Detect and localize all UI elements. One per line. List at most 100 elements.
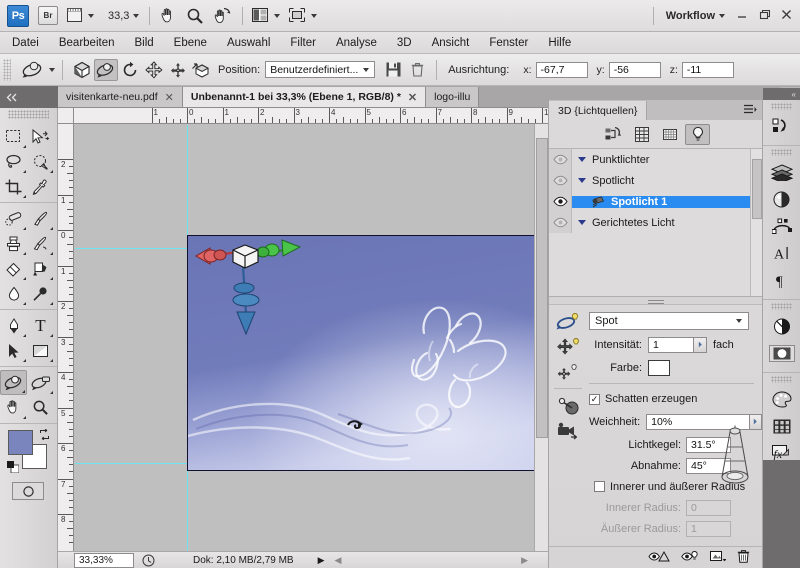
canvas-vertical-scrollbar[interactable] [534, 124, 548, 552]
3d-pan-icon[interactable] [142, 59, 166, 81]
toolbox-grip[interactable] [8, 110, 49, 119]
horizontal-type-tool-icon[interactable]: T [27, 313, 54, 338]
tree-row-spotlicht[interactable]: Spotlicht [549, 170, 762, 191]
paths-icon[interactable] [763, 213, 800, 240]
visibility-toggle[interactable] [549, 191, 572, 212]
vertical-ruler[interactable]: 21012345678 [58, 124, 74, 552]
menu-item-ebene[interactable]: Ebene [174, 37, 207, 49]
menu-item-3d[interactable]: 3D [397, 37, 412, 49]
screen-mode-icon[interactable] [289, 8, 317, 23]
default-colors-icon[interactable] [7, 461, 19, 473]
3d-roll-icon[interactable] [118, 59, 142, 81]
menu-item-auswahl[interactable]: Auswahl [227, 37, 270, 49]
light-point-at-origin-icon[interactable] [549, 393, 587, 418]
workflow-switcher[interactable]: Workflow [643, 7, 725, 25]
light-move-to-view-icon[interactable] [549, 418, 587, 443]
lasso-tool-icon[interactable] [0, 149, 27, 174]
hand-tool-icon[interactable] [159, 7, 177, 25]
arrange-documents-icon[interactable] [252, 8, 280, 23]
status-scroll-right[interactable]: ▶ [521, 555, 528, 566]
menu-item-fenster[interactable]: Fenster [489, 37, 528, 49]
light-type-dropdown[interactable]: Spot [589, 312, 749, 330]
paragraph-icon[interactable]: ¶ [763, 267, 800, 294]
menu-item-bearbeiten[interactable]: Bearbeiten [59, 37, 115, 49]
delete-light-icon[interactable] [737, 549, 750, 566]
horizontal-ruler[interactable]: 1012345678910 [58, 108, 548, 124]
close-icon[interactable]: ✕ [165, 91, 174, 104]
restore-button[interactable] [759, 9, 770, 23]
channels-icon[interactable] [763, 340, 800, 367]
status-zoom-field[interactable]: 33,33% [74, 553, 134, 568]
3d-slide-icon[interactable] [166, 59, 190, 81]
toggle-all-lights-icon[interactable] [648, 550, 670, 566]
masks-icon[interactable] [763, 313, 800, 340]
pen-tool-icon[interactable] [0, 313, 27, 338]
mini-bridge-icon[interactable] [67, 8, 94, 23]
rail-grip[interactable] [771, 376, 792, 383]
eyedropper-tool-icon[interactable] [27, 174, 54, 199]
active-tool-preset[interactable] [21, 60, 55, 80]
rail-grip[interactable] [771, 303, 792, 310]
document-tab-unbenannt-1[interactable]: Unbenannt-1 bei 33,3% (Ebene 1, RGB/8) *… [183, 87, 426, 107]
intensity-input[interactable]: 1 [648, 337, 694, 353]
document-tab-visitenkarte[interactable]: visitenkarte-neu.pdf ✕ [58, 87, 183, 107]
tree-row-punktlichter[interactable]: Punktlichter [549, 149, 762, 170]
toggle-light-guides-icon[interactable] [681, 550, 699, 566]
status-scroll-left[interactable]: ◀ [335, 555, 342, 566]
rotate-view-tool-icon[interactable] [213, 7, 232, 25]
hand-tool-icon[interactable] [0, 395, 27, 420]
3d-meshes-filter-icon[interactable] [657, 124, 682, 145]
menu-item-bild[interactable]: Bild [134, 37, 153, 49]
chevron-down-icon[interactable] [578, 157, 586, 162]
menu-item-hilfe[interactable]: Hilfe [548, 37, 571, 49]
options-bar-grip[interactable] [3, 59, 11, 81]
close-icon[interactable]: ✕ [408, 91, 417, 104]
dodge-tool-icon[interactable] [27, 281, 54, 306]
rail-collapse-handle[interactable]: « [763, 88, 800, 100]
zoom-tool-icon[interactable] [27, 395, 54, 420]
radius-checkbox[interactable] [594, 481, 605, 492]
adjustments-icon[interactable] [763, 186, 800, 213]
swap-colors-icon[interactable] [39, 429, 50, 443]
color-icon[interactable] [763, 386, 800, 413]
minimize-button[interactable] [737, 9, 748, 23]
spot-healing-brush-tool-icon[interactable] [0, 206, 27, 231]
blur-tool-icon[interactable] [0, 281, 27, 306]
tree-scrollbar[interactable] [750, 149, 762, 297]
panel-menu-icon[interactable] [743, 104, 757, 118]
history-icon[interactable] [763, 113, 800, 140]
quick-mask-icon[interactable] [12, 482, 44, 500]
doc-info-icon[interactable] [142, 554, 155, 567]
swatches-icon[interactable] [763, 413, 800, 440]
rail-grip[interactable] [771, 149, 792, 156]
3d-materials-filter-icon[interactable] [629, 124, 654, 145]
character-icon[interactable]: A [763, 240, 800, 267]
menu-item-analyse[interactable]: Analyse [336, 37, 377, 49]
3d-object-icon[interactable] [70, 59, 94, 81]
artboard[interactable] [187, 235, 540, 471]
intensity-scrubber[interactable] [694, 337, 707, 353]
chevron-down-icon[interactable] [578, 178, 586, 183]
quick-selection-tool-icon[interactable] [27, 149, 54, 174]
scrollbar-thumb[interactable] [752, 159, 762, 219]
light-slide-tool-icon[interactable] [549, 359, 587, 384]
menu-item-datei[interactable]: Datei [12, 37, 39, 49]
tree-row-spotlicht-1[interactable]: Spotlicht 1 [549, 191, 762, 212]
visibility-toggle[interactable] [549, 170, 572, 191]
history-brush-tool-icon[interactable] [27, 231, 54, 256]
scrollbar-thumb[interactable] [536, 138, 548, 438]
rail-grip[interactable] [771, 103, 792, 110]
3d-camera-rotate-tool-icon[interactable] [27, 370, 54, 395]
zoom-level-display[interactable]: 33,3 [108, 10, 139, 22]
rectangle-tool-icon[interactable] [27, 338, 54, 363]
panel-tab-3d-lights[interactable]: 3D {Lichtquellen} [549, 101, 647, 120]
document-tab-logo-illu[interactable]: logo-illu [426, 87, 479, 107]
3d-scale-icon[interactable] [190, 59, 214, 81]
light-rotate-tool-icon[interactable] [549, 309, 587, 334]
launch-bridge-button[interactable]: Br [38, 6, 58, 25]
light-pan-tool-icon[interactable] [549, 334, 587, 359]
light-color-swatch[interactable] [648, 360, 670, 376]
chevron-down-icon[interactable] [578, 220, 586, 225]
menu-item-filter[interactable]: Filter [290, 37, 316, 49]
layers-icon[interactable] [763, 159, 800, 186]
